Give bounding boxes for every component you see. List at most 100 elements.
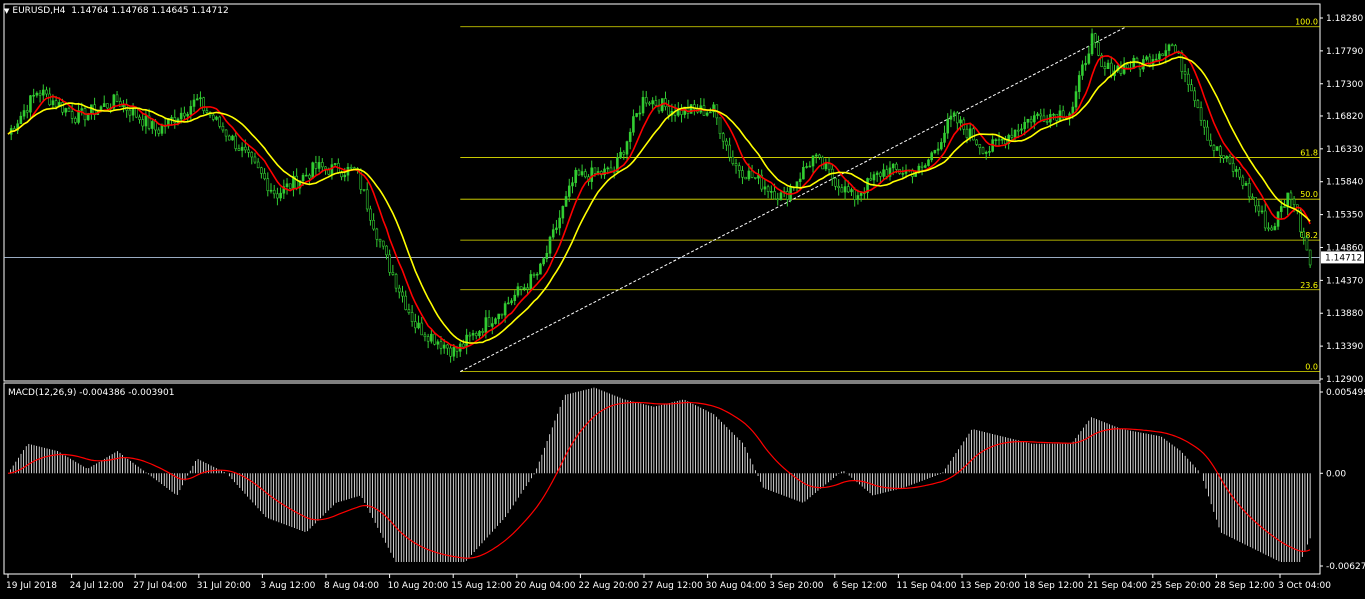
candle-body: [199, 97, 202, 100]
candle-body: [651, 100, 654, 105]
candle-body: [465, 334, 468, 348]
candle-body: [160, 125, 164, 134]
candle-body: [394, 274, 398, 289]
candle-body: [545, 252, 549, 260]
candle-body: [426, 336, 430, 342]
candle-body: [1199, 107, 1203, 121]
candle-body: [183, 112, 186, 117]
candle-body: [725, 140, 728, 146]
candle-body: [1305, 237, 1309, 251]
candle-body: [430, 333, 433, 342]
candle-body: [625, 141, 629, 155]
candle-body: [795, 181, 799, 188]
candle-body: [571, 182, 574, 187]
candle-body: [372, 219, 375, 230]
candle-body: [70, 111, 74, 119]
main-chart-frame: [3, 3, 1321, 382]
trading-chart[interactable]: 100.0 61.8 50.0 38.2 23.6 0.0 1.18280 1.17790 1…: [0, 0, 1365, 599]
candle-body: [234, 135, 238, 149]
candle-body: [972, 128, 975, 141]
candle-body: [487, 317, 491, 327]
candle-body: [519, 286, 523, 290]
candle-body: [949, 115, 953, 120]
candle-body: [564, 196, 568, 207]
candle-body: [99, 106, 103, 111]
candle-body: [494, 318, 497, 324]
candle-body: [975, 139, 978, 145]
candle-body: [535, 273, 539, 276]
candle-body: [1081, 64, 1084, 76]
time-tick-label: 15 Aug 12:00: [451, 581, 512, 591]
candle-body: [875, 172, 879, 175]
candle-body: [1292, 198, 1296, 205]
candle-body: [179, 112, 183, 120]
candle-body: [561, 206, 565, 219]
fibo-label: 23.6: [1300, 281, 1318, 290]
time-tick-label: 3 Oct 04:00: [1278, 581, 1331, 591]
candle-body: [1273, 226, 1277, 231]
candle-body: [609, 167, 613, 172]
candle-body: [61, 102, 64, 113]
candle-body: [1289, 192, 1293, 200]
candle-body: [513, 294, 517, 301]
candle-body: [574, 169, 577, 184]
candle-body: [933, 150, 937, 154]
candle-body: [41, 89, 45, 96]
candle-body: [584, 171, 587, 178]
candle-body: [590, 167, 594, 182]
candle-body: [397, 287, 401, 293]
candle-body: [532, 274, 536, 276]
candle-body: [1013, 129, 1017, 138]
candle-body: [763, 186, 767, 190]
candle-body: [102, 103, 106, 107]
chart-canvas[interactable]: 100.061.850.038.223.60.0 1.182801.177901…: [0, 0, 1365, 599]
candle-body: [1170, 44, 1174, 47]
candle-body: [317, 162, 321, 169]
time-tick-label: 28 Sep 12:00: [1214, 581, 1274, 591]
candle-body: [1158, 53, 1161, 60]
candle-body: [362, 189, 366, 191]
price-tick-label: 1.15840: [1326, 178, 1363, 188]
moving-average-fast: [7, 50, 1311, 350]
macd-histogram: [10, 387, 1311, 562]
macd-tick-label: 0.005499: [1326, 388, 1365, 398]
candle-body: [279, 192, 282, 199]
dropdown-arrow-icon[interactable]: ▼: [4, 7, 9, 15]
candle-body: [981, 147, 985, 154]
candle-body: [503, 303, 507, 316]
candle-body: [747, 170, 751, 180]
candle-body: [1257, 205, 1261, 212]
candle-body: [837, 185, 840, 188]
price-tick-label: 1.17300: [1326, 80, 1363, 90]
candle-body: [64, 108, 68, 113]
candle-body: [968, 128, 972, 138]
candle-body: [446, 344, 449, 349]
candle-body: [250, 152, 254, 158]
candle-body: [478, 331, 481, 337]
candle-body: [1036, 113, 1039, 116]
candle-body: [301, 174, 305, 181]
candle-body: [628, 131, 632, 142]
time-tick-label: 19 Jul 2018: [6, 581, 57, 591]
candle-body: [1090, 33, 1094, 55]
candle-body: [805, 166, 808, 168]
candle-body: [401, 291, 404, 297]
time-tick-label: 18 Sep 12:00: [1024, 581, 1084, 591]
candle-body: [1206, 126, 1209, 141]
candle-body: [1074, 91, 1078, 108]
time-tick-label: 27 Aug 12:00: [642, 581, 703, 591]
candle-body: [1071, 106, 1075, 115]
candle-body: [343, 174, 347, 178]
candle-body: [529, 274, 533, 290]
time-tick-label: 25 Sep 20:00: [1151, 581, 1211, 591]
candle-body: [404, 295, 407, 310]
candle-body: [773, 191, 776, 200]
candle-body: [276, 193, 279, 199]
candle-body: [141, 119, 145, 127]
candle-body: [654, 100, 658, 106]
candle-body: [115, 94, 119, 102]
fibo-label: 61.8: [1300, 149, 1318, 158]
candle-body: [734, 163, 738, 167]
candle-body: [731, 156, 735, 164]
candle-body: [1193, 90, 1196, 101]
